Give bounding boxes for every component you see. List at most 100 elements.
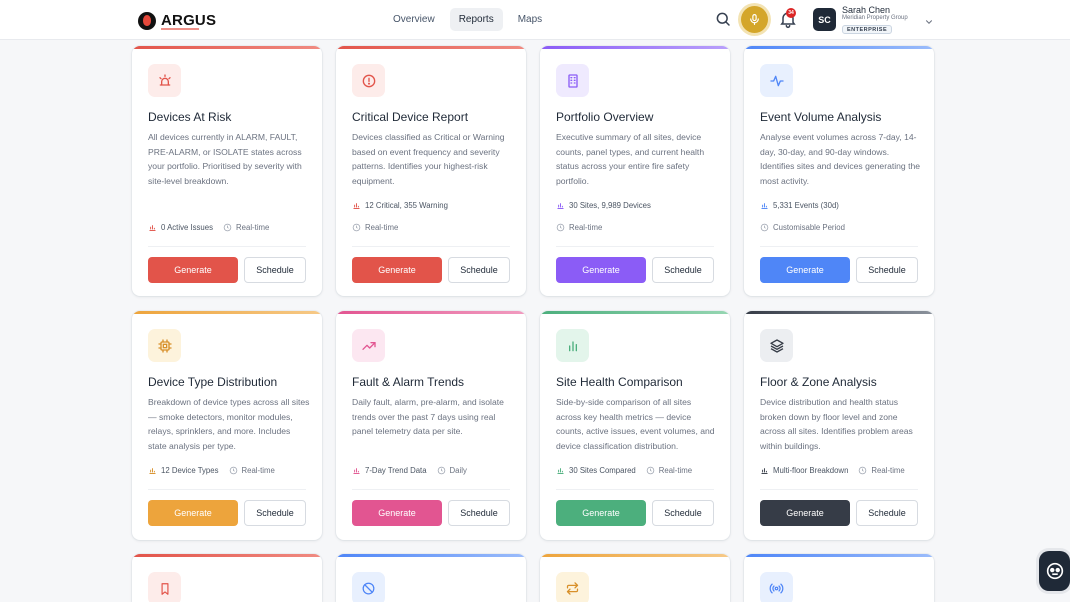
card-title: Devices At Risk <box>148 110 232 124</box>
schedule-button[interactable]: Schedule <box>652 257 714 283</box>
top-header: ARGUS Overview Reports Maps 34 SC Sarah … <box>0 0 1070 40</box>
card-stat: 30 Sites Compared <box>569 466 636 475</box>
card-meta-frequency: Customisable Period <box>760 223 845 232</box>
card-frequency: Real-time <box>365 223 399 232</box>
card-accent-bar <box>540 311 730 314</box>
clock-icon <box>556 223 565 232</box>
bar-chart-icon <box>353 203 360 209</box>
report-card-partial-4 <box>744 554 934 602</box>
card-divider <box>760 246 918 247</box>
card-title: Device Type Distribution <box>148 375 278 389</box>
card-description: All devices currently in ALARM, FAULT, P… <box>148 132 302 186</box>
notification-count-badge: 34 <box>786 8 796 18</box>
card-stat: 30 Sites, 9,989 Devices <box>569 201 651 210</box>
generate-button[interactable]: Generate <box>352 500 442 526</box>
plan-tier-badge: ENTERPRISE <box>842 25 893 34</box>
card-description: Analyse event volumes across 7-day, 14-d… <box>760 132 921 186</box>
card-accent-bar <box>540 554 730 557</box>
argus-logo[interactable]: ARGUS <box>138 8 228 34</box>
card-divider <box>352 246 510 247</box>
logo-underline <box>161 28 199 30</box>
generate-button[interactable]: Generate <box>148 500 238 526</box>
card-accent-bar <box>336 46 526 49</box>
trending-up-icon <box>352 329 385 362</box>
card-divider <box>352 489 510 490</box>
card-frequency: Real-time <box>236 223 270 232</box>
card-frequency: Real-time <box>658 466 693 475</box>
report-card-event-volume-analysis: Event Volume Analysis Analyse event volu… <box>744 46 934 296</box>
card-title: Event Volume Analysis <box>760 110 882 124</box>
nav-tab-overview[interactable]: Overview <box>384 8 444 31</box>
main-nav: Overview Reports Maps <box>384 8 551 31</box>
card-divider <box>148 489 306 490</box>
bookmark-icon <box>148 572 181 602</box>
card-divider <box>148 246 306 247</box>
schedule-button[interactable]: Schedule <box>448 257 510 283</box>
card-stat: 12 Critical, 355 Warning <box>365 201 448 210</box>
broadcast-icon <box>760 572 793 602</box>
report-card-critical-device-report: Critical Device Report Devices classifie… <box>336 46 526 296</box>
generate-button[interactable]: Generate <box>148 257 238 283</box>
card-description: Breakdown of device types across all sit… <box>148 397 310 451</box>
repeat-arrows-icon <box>556 572 589 602</box>
card-stat: 5,331 Events (30d) <box>773 201 839 210</box>
schedule-button[interactable]: Schedule <box>856 257 918 283</box>
card-accent-bar <box>132 46 322 49</box>
clock-icon <box>352 223 361 232</box>
generate-button[interactable]: Generate <box>352 257 442 283</box>
report-card-site-health-comparison: Site Health Comparison Side-by-side comp… <box>540 311 730 540</box>
card-frequency: Daily <box>449 466 467 475</box>
schedule-button[interactable]: Schedule <box>448 500 510 526</box>
user-avatar[interactable]: SC <box>813 8 836 31</box>
card-accent-bar <box>132 554 322 557</box>
schedule-button[interactable]: Schedule <box>652 500 714 526</box>
card-divider <box>760 489 918 490</box>
card-accent-bar <box>744 311 934 314</box>
generate-button[interactable]: Generate <box>556 257 646 283</box>
report-card-partial-1 <box>132 554 322 602</box>
card-meta-frequency: Real-time <box>352 223 398 232</box>
card-description: Daily fault, alarm, pre-alarm, and isola… <box>352 397 504 436</box>
report-card-floor-zone-analysis: Floor & Zone Analysis Device distributio… <box>744 311 934 540</box>
nav-tab-reports[interactable]: Reports <box>449 8 503 31</box>
card-meta-stat: 12 Critical, 355 Warning <box>352 201 448 210</box>
clock-icon <box>229 466 237 475</box>
card-meta: Multi-floor Breakdown Real-time <box>760 466 905 475</box>
logo-text: ARGUS <box>161 12 217 29</box>
bar-chart-icon <box>353 468 360 474</box>
nav-tab-maps[interactable]: Maps <box>509 8 551 31</box>
ban-icon <box>352 572 385 602</box>
card-title: Floor & Zone Analysis <box>760 375 877 389</box>
card-meta-stat: 30 Sites, 9,989 Devices <box>556 201 651 210</box>
generate-button[interactable]: Generate <box>760 257 850 283</box>
generate-button[interactable]: Generate <box>760 500 850 526</box>
user-organization: Meridian Property Group <box>842 15 908 21</box>
chevron-down-icon[interactable] <box>924 14 934 24</box>
schedule-button[interactable]: Schedule <box>856 500 918 526</box>
card-meta-stat: 5,331 Events (30d) <box>760 201 839 210</box>
card-description: Executive summary of all sites, device c… <box>556 132 705 186</box>
assistant-fab-button[interactable] <box>1039 551 1070 591</box>
bar-chart-icon <box>556 329 589 362</box>
alert-circle-icon <box>352 64 385 97</box>
report-card-device-type-distribution: Device Type Distribution Breakdown of de… <box>132 311 322 540</box>
search-icon[interactable] <box>714 10 732 28</box>
card-stat: 7-Day Trend Data <box>365 466 427 475</box>
report-card-partial-3 <box>540 554 730 602</box>
card-meta-frequency: Real-time <box>556 223 602 232</box>
clock-icon <box>223 223 232 232</box>
card-stat: 12 Device Types <box>161 466 219 475</box>
cpu-chip-icon <box>148 329 181 362</box>
card-title: Fault & Alarm Trends <box>352 375 465 389</box>
user-name[interactable]: Sarah Chen <box>842 5 890 15</box>
schedule-button[interactable]: Schedule <box>244 257 306 283</box>
card-title: Portfolio Overview <box>556 110 654 124</box>
generate-button[interactable]: Generate <box>556 500 646 526</box>
layers-icon <box>760 329 793 362</box>
card-accent-bar <box>132 311 322 314</box>
card-description: Side-by-side comparison of all sites acr… <box>556 397 715 451</box>
bar-chart-icon <box>149 225 156 231</box>
voice-assistant-button[interactable] <box>741 6 768 33</box>
report-card-fault-alarm-trends: Fault & Alarm Trends Daily fault, alarm,… <box>336 311 526 540</box>
schedule-button[interactable]: Schedule <box>244 500 306 526</box>
